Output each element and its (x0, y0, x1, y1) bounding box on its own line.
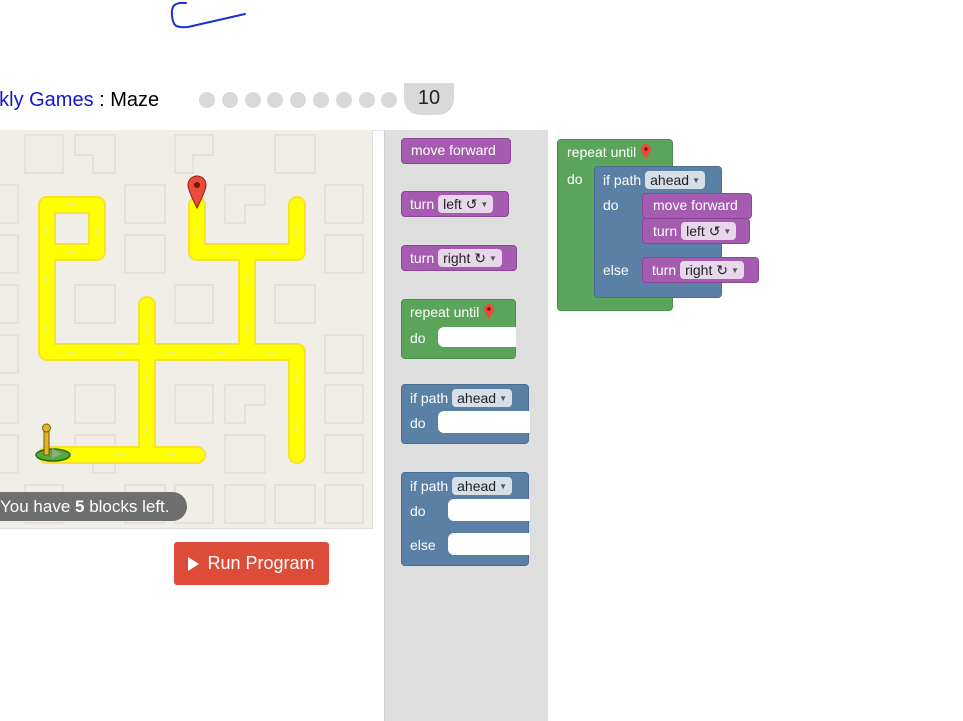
pen-scribble (170, 1, 246, 29)
path-direction-dropdown[interactable]: ahead ▼ (645, 171, 705, 189)
level-dot[interactable] (245, 92, 261, 108)
program-workspace[interactable]: repeat until do if path ahead ▼ do else m… (548, 130, 963, 721)
direction-dropdown[interactable]: right ↻ ▼ (680, 261, 744, 279)
turn-left-block[interactable]: turn left ↺ ▼ (642, 218, 750, 244)
header: ockly Games : Maze 10 (0, 83, 963, 131)
run-program-button[interactable]: Run Program (174, 542, 329, 585)
toolbox-repeat-until-block[interactable]: repeat until do (401, 299, 516, 359)
maze-map (0, 134, 364, 524)
maze-canvas (0, 130, 373, 529)
pegman-icon (35, 423, 71, 462)
toolbox-turn-left-block[interactable]: turn left ↺ ▼ (401, 191, 509, 217)
toolbox-if-else-block[interactable]: if path ahead ▼ do else (401, 472, 530, 566)
path-direction-dropdown[interactable]: ahead ▼ (452, 477, 512, 495)
level-dot[interactable] (359, 92, 375, 108)
blocks-remaining-status: You have 5 blocks left. (0, 492, 187, 521)
toolbox-move-forward-block[interactable]: move forward (401, 138, 511, 164)
toolbox-if-path-block[interactable]: if path ahead ▼ do (401, 384, 530, 444)
block-toolbox: move forward turn left ↺ ▼ turn right ↻ ▼ … (384, 130, 548, 721)
level-dot[interactable] (199, 92, 215, 108)
page-title: ockly Games : Maze (0, 89, 159, 112)
current-level-badge[interactable]: 10 (404, 83, 454, 115)
direction-dropdown[interactable]: left ↺ ▼ (438, 195, 494, 213)
turn-right-block[interactable]: turn right ↻ ▼ (642, 257, 759, 283)
blockly-games-link[interactable]: ockly Games (0, 89, 94, 111)
play-icon (188, 556, 200, 571)
level-dot[interactable] (267, 92, 283, 108)
level-dot[interactable] (222, 92, 238, 108)
path-direction-dropdown[interactable]: ahead ▼ (452, 389, 512, 407)
level-dot[interactable] (313, 92, 329, 108)
goal-marker-icon (641, 144, 652, 159)
game-name: Maze (110, 89, 160, 111)
move-forward-block[interactable]: move forward (642, 193, 752, 219)
level-dot[interactable] (381, 92, 397, 108)
direction-dropdown[interactable]: left ↺ ▼ (681, 222, 737, 240)
toolbox-turn-right-block[interactable]: turn right ↻ ▼ (401, 245, 517, 271)
level-dot[interactable] (336, 92, 352, 108)
direction-dropdown[interactable]: right ↻ ▼ (438, 249, 502, 267)
level-dot[interactable] (290, 92, 306, 108)
goal-marker-icon (484, 304, 495, 319)
